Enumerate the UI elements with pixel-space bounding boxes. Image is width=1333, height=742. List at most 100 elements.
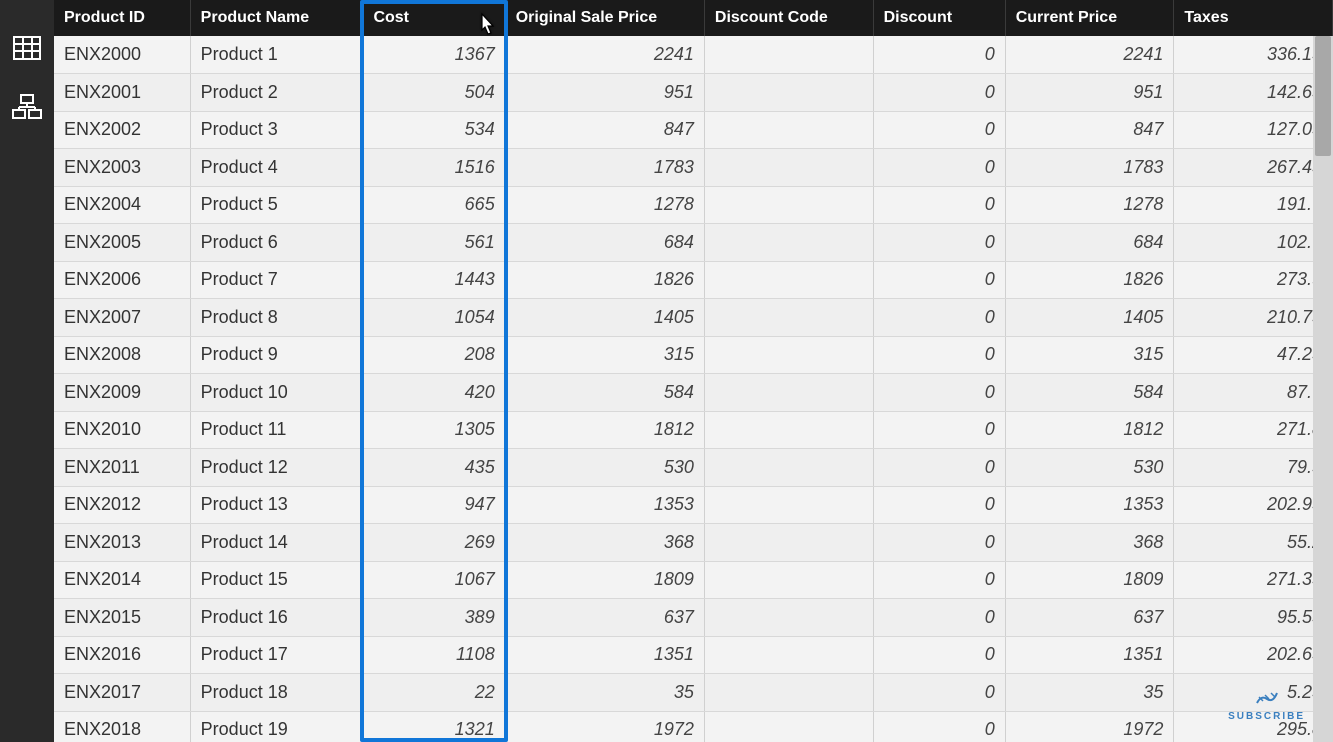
model-view-icon[interactable] [12, 94, 42, 122]
table-cell[interactable] [704, 599, 873, 637]
table-cell[interactable]: 0 [873, 711, 1005, 742]
table-cell[interactable]: 1809 [505, 561, 704, 599]
table-cell[interactable]: ENX2012 [54, 486, 190, 524]
table-cell[interactable]: ENX2011 [54, 449, 190, 487]
table-row[interactable]: ENX2005Product 65616840684102.6 [54, 224, 1333, 262]
table-cell[interactable]: 684 [505, 224, 704, 262]
table-cell[interactable] [704, 674, 873, 712]
table-cell[interactable]: 0 [873, 186, 1005, 224]
table-cell[interactable] [704, 36, 873, 74]
table-cell[interactable]: 191.7 [1174, 186, 1333, 224]
table-cell[interactable]: 295.8 [1174, 711, 1333, 742]
table-body[interactable]: ENX2000Product 11367224102241336.15 ENX20… [54, 36, 1333, 742]
table-cell[interactable]: ENX2015 [54, 599, 190, 637]
table-cell[interactable]: ENX2013 [54, 524, 190, 562]
table-cell[interactable]: 1351 [1005, 636, 1174, 674]
table-cell[interactable]: 202.95 [1174, 486, 1333, 524]
table-cell[interactable]: 1826 [1005, 261, 1174, 299]
table-cell[interactable]: Product 10 [190, 374, 363, 412]
table-cell[interactable]: 368 [505, 524, 704, 562]
table-cell[interactable]: 1826 [505, 261, 704, 299]
table-cell[interactable]: 1809 [1005, 561, 1174, 599]
table-cell[interactable] [704, 186, 873, 224]
table-cell[interactable]: 0 [873, 636, 1005, 674]
table-cell[interactable]: 0 [873, 336, 1005, 374]
table-cell[interactable]: Product 18 [190, 674, 363, 712]
table-cell[interactable]: 2241 [505, 36, 704, 74]
column-header[interactable]: Discount [873, 0, 1005, 36]
table-row[interactable]: ENX2000Product 11367224102241336.15 [54, 36, 1333, 74]
table-cell[interactable]: Product 19 [190, 711, 363, 742]
column-header[interactable]: Original Sale Price [505, 0, 704, 36]
table-cell[interactable]: 35 [1005, 674, 1174, 712]
table-row[interactable]: ENX2010Product 111305181201812271.8 [54, 411, 1333, 449]
table-cell[interactable]: 0 [873, 449, 1005, 487]
table-cell[interactable]: 0 [873, 599, 1005, 637]
table-cell[interactable]: 1972 [505, 711, 704, 742]
table-cell[interactable] [704, 224, 873, 262]
table-row[interactable]: ENX2013Product 14269368036855.2 [54, 524, 1333, 562]
table-cell[interactable]: 55.2 [1174, 524, 1333, 562]
table-cell[interactable]: 1067 [363, 561, 505, 599]
table-cell[interactable]: 530 [1005, 449, 1174, 487]
table-cell[interactable]: 1443 [363, 261, 505, 299]
table-cell[interactable]: 584 [1005, 374, 1174, 412]
table-cell[interactable] [704, 261, 873, 299]
table-cell[interactable]: 271.8 [1174, 411, 1333, 449]
table-cell[interactable]: 1405 [1005, 299, 1174, 337]
table-row[interactable]: ENX2015Product 16389637063795.55 [54, 599, 1333, 637]
table-cell[interactable]: ENX2016 [54, 636, 190, 674]
table-cell[interactable]: Product 7 [190, 261, 363, 299]
table-cell[interactable]: ENX2007 [54, 299, 190, 337]
table-cell[interactable]: 271.35 [1174, 561, 1333, 599]
table-cell[interactable]: Product 2 [190, 74, 363, 112]
table-cell[interactable]: 1812 [505, 411, 704, 449]
vertical-scrollbar[interactable] [1313, 36, 1333, 742]
table-cell[interactable]: 0 [873, 524, 1005, 562]
table-cell[interactable]: ENX2014 [54, 561, 190, 599]
table-cell[interactable]: Product 1 [190, 36, 363, 74]
table-row[interactable]: ENX2012Product 13947135301353202.95 [54, 486, 1333, 524]
table-cell[interactable]: 951 [505, 74, 704, 112]
table-row[interactable]: ENX2018Product 191321197201972295.8 [54, 711, 1333, 742]
table-cell[interactable]: 79.5 [1174, 449, 1333, 487]
table-cell[interactable]: 0 [873, 374, 1005, 412]
table-cell[interactable]: 315 [505, 336, 704, 374]
table-cell[interactable]: 273.9 [1174, 261, 1333, 299]
table-cell[interactable]: 1108 [363, 636, 505, 674]
table-cell[interactable] [704, 524, 873, 562]
table-cell[interactable]: 435 [363, 449, 505, 487]
table-cell[interactable]: Product 14 [190, 524, 363, 562]
table-cell[interactable]: 1321 [363, 711, 505, 742]
table-cell[interactable]: 1054 [363, 299, 505, 337]
table-cell[interactable] [704, 336, 873, 374]
table-cell[interactable]: Product 13 [190, 486, 363, 524]
table-cell[interactable]: 504 [363, 74, 505, 112]
table-row[interactable]: ENX2017Product 1822350355.25 [54, 674, 1333, 712]
table-cell[interactable]: 584 [505, 374, 704, 412]
table-cell[interactable]: 87.6 [1174, 374, 1333, 412]
table-cell[interactable]: 637 [1005, 599, 1174, 637]
table-cell[interactable] [704, 74, 873, 112]
table-row[interactable]: ENX2007Product 81054140501405210.75 [54, 299, 1333, 337]
table-row[interactable]: ENX2003Product 41516178301783267.45 [54, 149, 1333, 187]
table-cell[interactable]: 561 [363, 224, 505, 262]
table-cell[interactable]: 1305 [363, 411, 505, 449]
table-cell[interactable]: ENX2008 [54, 336, 190, 374]
table-cell[interactable]: Product 6 [190, 224, 363, 262]
table-cell[interactable]: 2241 [1005, 36, 1174, 74]
table-cell[interactable] [704, 486, 873, 524]
table-row[interactable]: ENX2009Product 10420584058487.6 [54, 374, 1333, 412]
table-cell[interactable]: Product 11 [190, 411, 363, 449]
scrollbar-thumb[interactable] [1315, 36, 1331, 156]
column-header[interactable]: Discount Code [704, 0, 873, 36]
table-cell[interactable]: 267.45 [1174, 149, 1333, 187]
table-cell[interactable]: 951 [1005, 74, 1174, 112]
table-cell[interactable] [704, 111, 873, 149]
table-cell[interactable]: ENX2010 [54, 411, 190, 449]
table-cell[interactable]: 336.15 [1174, 36, 1333, 74]
table-cell[interactable]: ENX2006 [54, 261, 190, 299]
table-cell[interactable]: ENX2018 [54, 711, 190, 742]
table-row[interactable]: ENX2014Product 151067180901809271.35 [54, 561, 1333, 599]
table-row[interactable]: ENX2004Product 5665127801278191.7 [54, 186, 1333, 224]
